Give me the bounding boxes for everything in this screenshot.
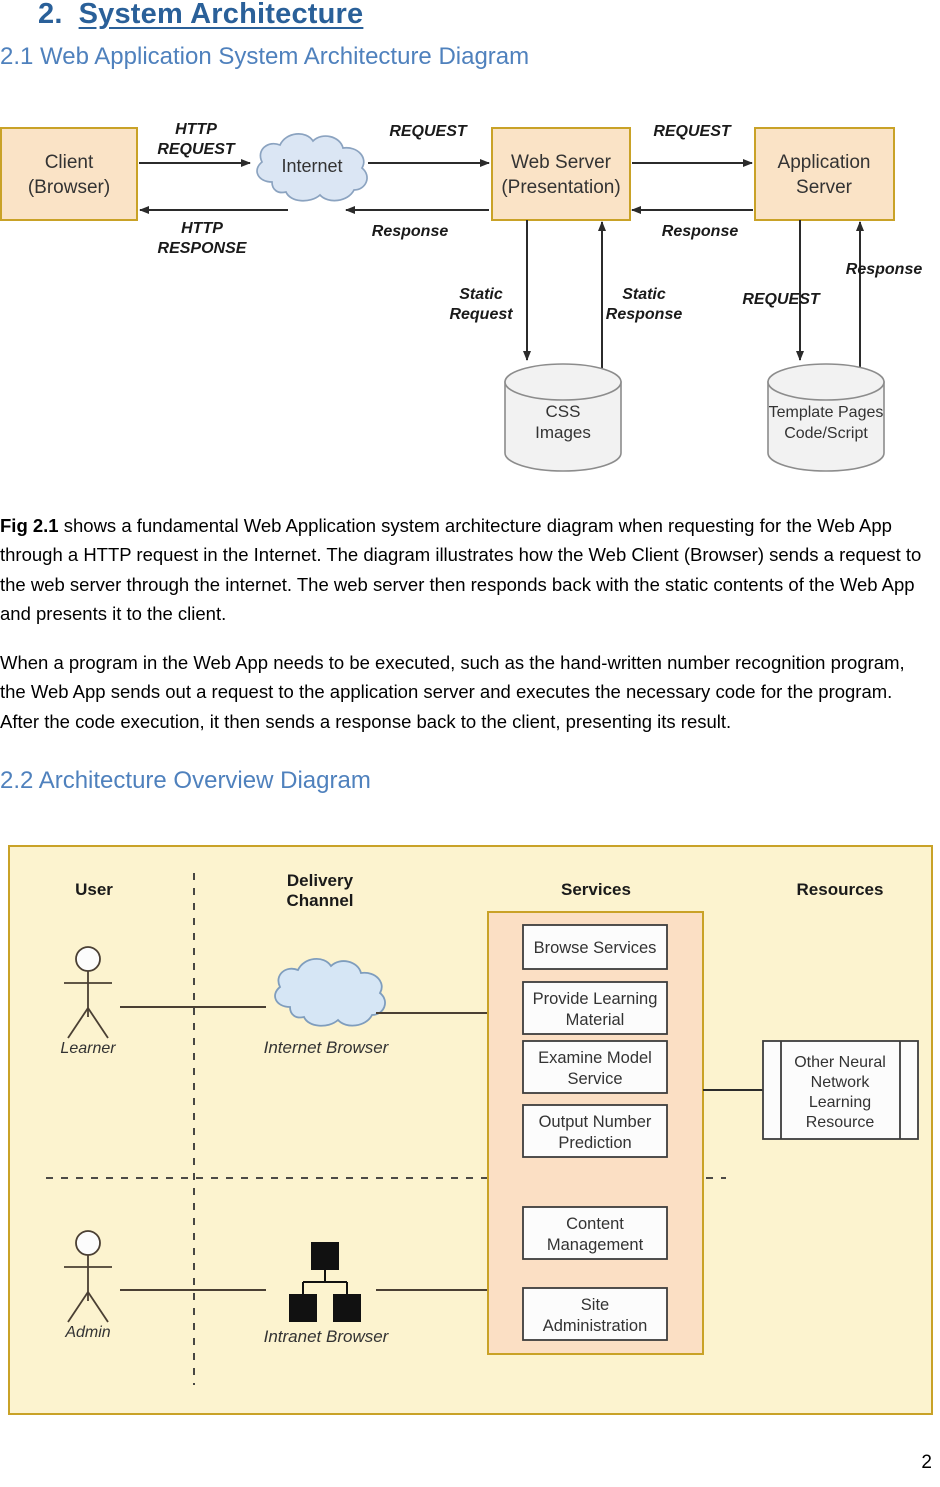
arrow-request-internet-to-webserver: REQUEST <box>368 123 490 167</box>
resource-label-line1: Other Neural <box>794 1054 886 1071</box>
node-css-store-line1: CSS <box>546 402 581 421</box>
arrow-response-label: Response <box>372 223 449 240</box>
node-css-images-store: CSS Images <box>504 363 622 472</box>
node-client-line2: (Browser) <box>28 177 110 198</box>
column-title-delivery-channel-line1: Delivery <box>287 871 354 890</box>
node-app-server-line2: Server <box>796 177 853 198</box>
node-css-store-line2: Images <box>535 423 591 442</box>
resource-label-line3: Learning <box>809 1094 871 1111</box>
service-label-provide-learning-line2: Material <box>566 1011 625 1029</box>
node-client-line1: Client <box>45 152 94 173</box>
node-web-server: Web Server (Presentation) <box>491 127 631 221</box>
node-app-server-line1: Application <box>778 152 871 173</box>
service-box-output-number-prediction: Output Number Prediction <box>522 1104 668 1158</box>
service-label-output-number-line2: Prediction <box>558 1134 631 1152</box>
service-label-content-management-line1: Content <box>566 1215 624 1233</box>
service-label-content-management-line2: Management <box>547 1236 644 1254</box>
page-title-text: System Architecture <box>78 0 364 30</box>
arrow-response-webserver-to-internet: Response <box>345 206 489 240</box>
resource-label-line4: Resource <box>806 1114 875 1131</box>
paragraph-fig-body: shows a fundamental Web Application syst… <box>0 514 922 625</box>
arrow-response-store-label: Response <box>846 261 923 278</box>
node-web-server-line1: Web Server <box>511 152 612 173</box>
service-label-output-number-line1: Output Number <box>539 1113 652 1131</box>
section-heading-2-2: 2.2 Architecture Overview Diagram <box>0 767 371 794</box>
node-template-pages-store: Template Pages Code/Script <box>767 363 885 472</box>
arrow-response-store-to-appserver: Response <box>846 221 923 372</box>
arrow-http-response: HTTP RESPONSE <box>139 206 288 257</box>
service-label-provide-learning-line1: Provide Learning <box>533 990 658 1008</box>
node-internet-label: Internet <box>281 156 342 176</box>
node-application-server: Application Server <box>754 127 895 221</box>
node-template-store-line2: Code/Script <box>784 425 868 442</box>
page-number: 2 <box>921 1452 932 1473</box>
arrow-request-appserver-to-store: REQUEST <box>742 220 821 361</box>
channel-internet-browser-label: Internet Browser <box>264 1038 390 1057</box>
service-box-provide-learning-material: Provide Learning Material <box>522 981 668 1035</box>
column-title-delivery-channel-line2: Channel <box>286 891 353 910</box>
node-template-store-line1: Template Pages <box>769 404 884 421</box>
arrow-request-webserver-to-appserver: REQUEST <box>632 123 753 167</box>
arrow-http-request-line2: REQUEST <box>157 141 236 158</box>
arrow-response-appserver-to-webserver: Response <box>631 206 753 240</box>
service-label-examine-model-line2: Service <box>567 1070 622 1088</box>
service-box-browse-services: Browse Services <box>522 924 668 970</box>
node-client-browser: Client (Browser) <box>0 127 138 221</box>
service-box-content-management: Content Management <box>522 1206 668 1260</box>
network-tree-icon <box>311 1242 339 1270</box>
resource-label-line2: Network <box>811 1074 871 1091</box>
section-heading-2-1: 2.1 Web Application System Architecture … <box>0 43 530 70</box>
service-label-examine-model-line1: Examine Model <box>538 1049 652 1067</box>
arrow-http-request-line1: HTTP <box>175 121 217 138</box>
resource-node-other-neural-network: Other Neural Network Learning Resource <box>762 1040 919 1140</box>
paragraph-fig-2-1-description: Fig 2.1 shows a fundamental Web Applicat… <box>0 511 932 629</box>
document-page: 2. System Architecture 2.1 Web Applicatio… <box>0 0 940 1487</box>
arrow-request-label: REQUEST <box>389 123 468 140</box>
arrow-static-response-line1: Static <box>622 286 666 303</box>
node-internet-cloud: Internet <box>256 133 368 202</box>
arrow-static-response-line2: Response <box>606 306 683 323</box>
service-label-browse-services: Browse Services <box>534 939 657 957</box>
service-box-examine-model-service: Examine Model Service <box>522 1040 668 1094</box>
page-title-number: 2. <box>38 0 63 30</box>
arrow-request-app-label: REQUEST <box>653 123 732 140</box>
column-title-resources: Resources <box>797 880 884 899</box>
service-label-site-administration-line2: Administration <box>543 1317 648 1335</box>
actor-learner-label: Learner <box>60 1040 116 1057</box>
service-label-site-administration-line1: Site <box>581 1296 609 1314</box>
arrow-http-response-line1: HTTP <box>181 220 223 237</box>
figure-2-1: Client (Browser) HTTP REQUEST HTTP RESPO… <box>0 110 940 480</box>
node-web-server-line2: (Presentation) <box>501 177 620 198</box>
arrow-static-request: Static Request <box>449 220 531 361</box>
arrow-static-request-line2: Request <box>449 306 513 323</box>
paragraph-program-execution: When a program in the Web App needs to b… <box>0 651 905 732</box>
page-title: 2. System Architecture <box>38 0 363 31</box>
figure-2-2: User Delivery Channel Services Resources… <box>8 845 933 1415</box>
channel-intranet-browser-label: Intranet Browser <box>264 1327 390 1346</box>
paragraph-fig-label: Fig 2.1 <box>0 514 59 536</box>
arrow-http-request: HTTP REQUEST <box>139 121 251 167</box>
arrow-response-app-label: Response <box>662 223 739 240</box>
arrow-http-response-line2: RESPONSE <box>158 240 248 257</box>
actor-admin-label: Admin <box>64 1324 110 1341</box>
arrow-request-store-label: REQUEST <box>742 291 821 308</box>
arrow-static-request-line1: Static <box>459 286 503 303</box>
column-title-services: Services <box>561 880 631 899</box>
arrow-static-response: Static Response <box>598 221 683 372</box>
service-box-site-administration: Site Administration <box>522 1287 668 1341</box>
column-title-user: User <box>75 880 113 899</box>
